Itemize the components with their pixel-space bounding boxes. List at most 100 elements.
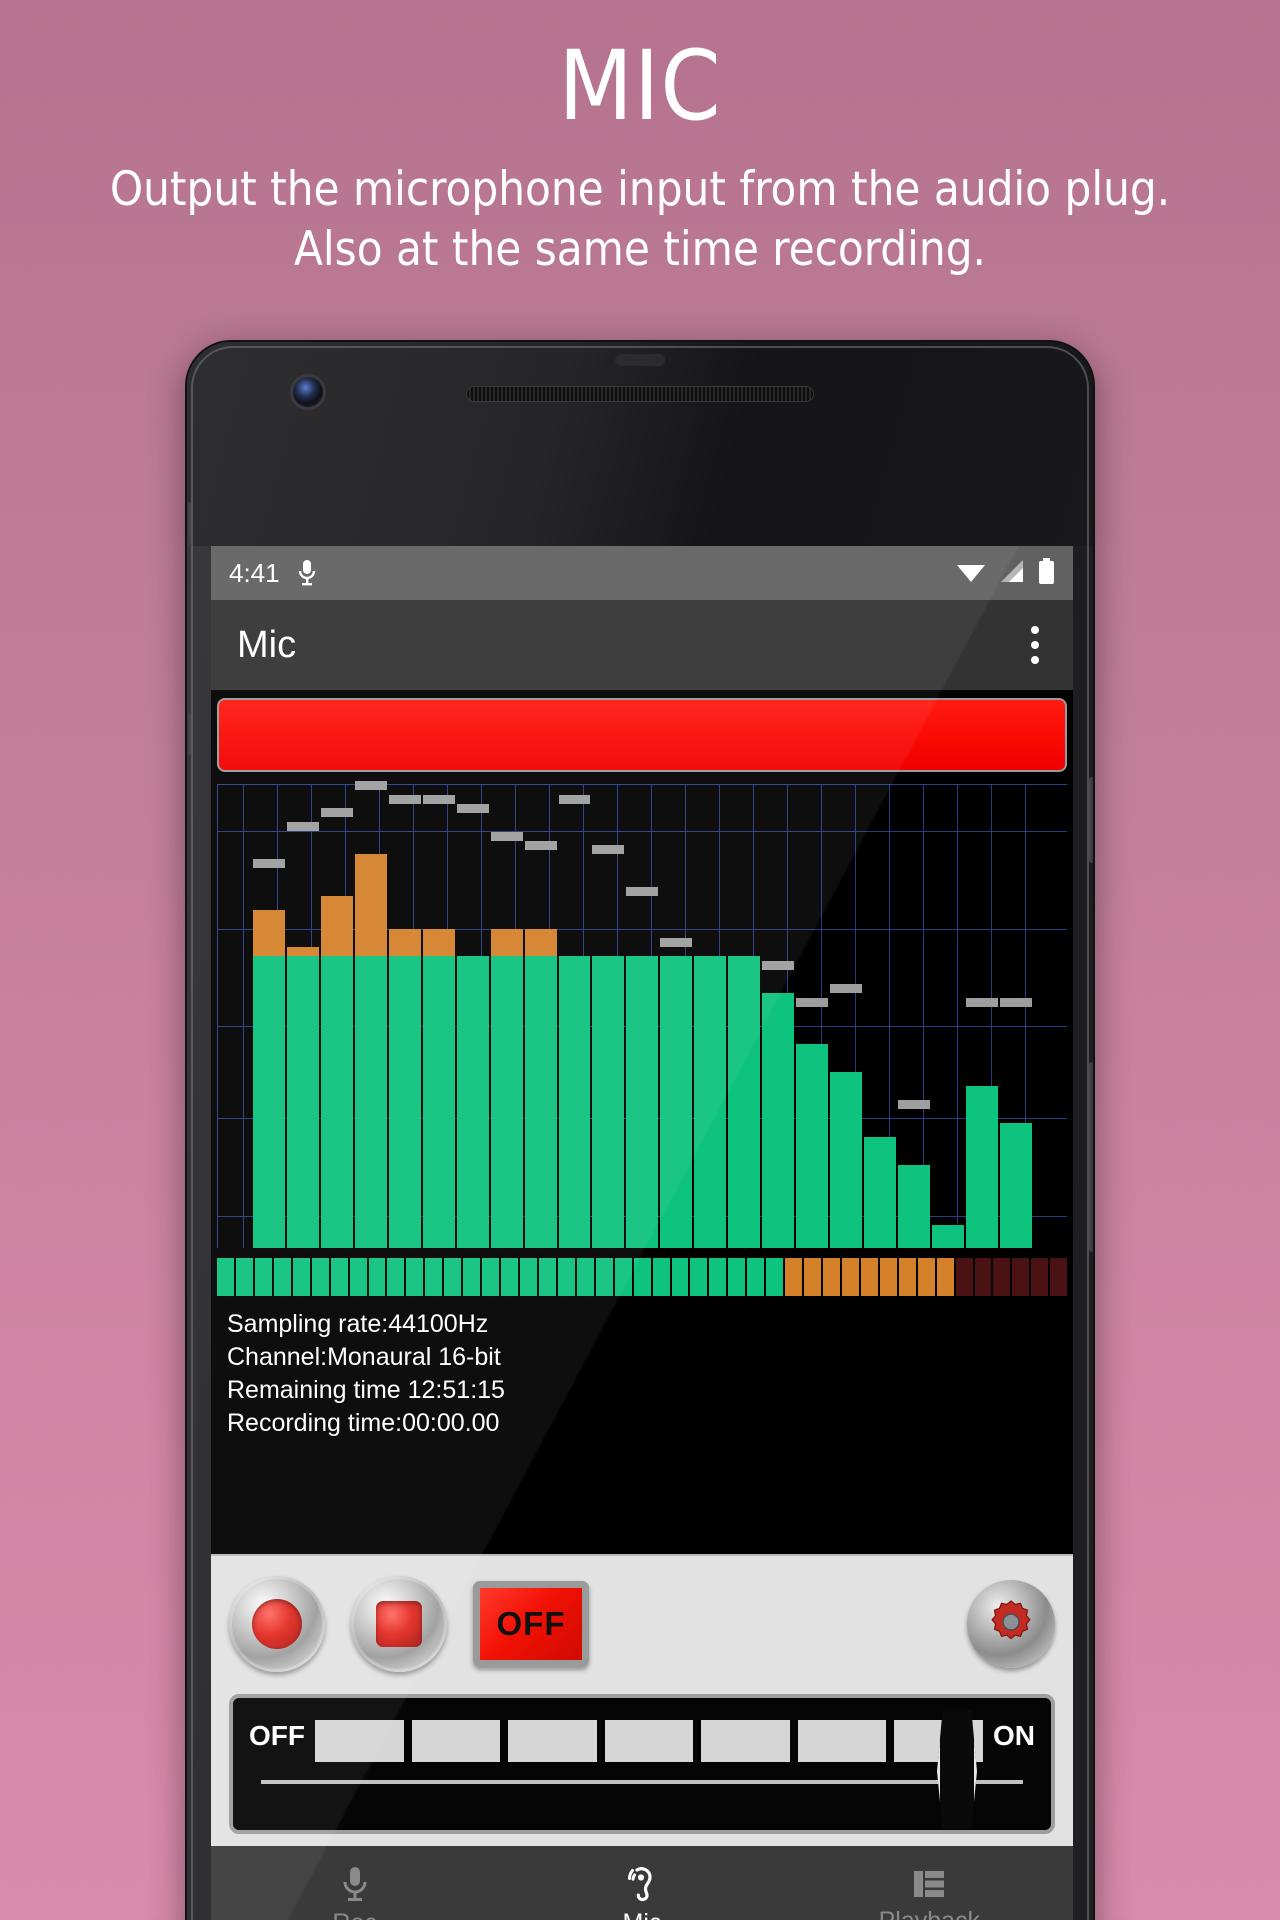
slider-min-label: OFF bbox=[249, 1720, 305, 1751]
slider-track bbox=[261, 1780, 1023, 1784]
status-icons bbox=[956, 558, 1055, 588]
spectrum-peak-marker bbox=[660, 938, 693, 948]
microphone-icon bbox=[296, 559, 318, 587]
level-meter-segment bbox=[1050, 1258, 1068, 1296]
spectrum-bar-green bbox=[898, 1164, 931, 1248]
volume-button[interactable] bbox=[1089, 1062, 1093, 1252]
level-meter-segment bbox=[425, 1258, 443, 1296]
level-meter-segment bbox=[1031, 1258, 1049, 1296]
spectrum-bar bbox=[660, 956, 693, 1248]
tab-rec[interactable]: Rec bbox=[211, 1846, 498, 1920]
slider-thumb[interactable] bbox=[937, 1710, 977, 1828]
spectrum-peak-marker bbox=[252, 859, 285, 869]
spectrum-bar-orange bbox=[388, 928, 421, 957]
cellular-signal-icon bbox=[999, 559, 1025, 587]
level-meter-segment bbox=[841, 1258, 859, 1296]
spectrum-bar bbox=[999, 1123, 1032, 1248]
spectrum-bar-orange bbox=[524, 928, 557, 957]
slider-tick bbox=[604, 1720, 694, 1762]
level-meter-segment bbox=[273, 1258, 291, 1296]
spectrum-bar bbox=[694, 956, 727, 1248]
level-meter-segment bbox=[898, 1258, 916, 1296]
phone-device-mockup: 4:41 Mic Sampling rate:44100Hz Channel:M… bbox=[185, 340, 1095, 1920]
side-accent-bottom bbox=[187, 712, 191, 756]
gear-icon bbox=[986, 1597, 1036, 1651]
spectrum-bar bbox=[286, 947, 319, 1248]
tab-playback-label: Playback bbox=[879, 1907, 980, 1920]
spectrum-peak-marker bbox=[762, 961, 795, 971]
tab-playback[interactable]: Playback bbox=[786, 1846, 1073, 1920]
audio-level-meter bbox=[217, 1258, 1068, 1296]
spectrum-band bbox=[863, 785, 897, 1248]
spectrum-band bbox=[286, 785, 320, 1248]
tab-mic[interactable]: Mic bbox=[498, 1846, 785, 1920]
spectrum-bar-green bbox=[558, 956, 591, 1248]
spectrum-band bbox=[252, 785, 286, 1248]
level-meter-segment bbox=[955, 1258, 973, 1296]
spectrum-bar bbox=[422, 928, 455, 1248]
spectrum-bar-green bbox=[728, 956, 761, 1248]
spectrum-bar bbox=[728, 956, 761, 1248]
spectrum-peak-marker bbox=[524, 840, 557, 850]
kebab-menu-icon[interactable] bbox=[1023, 618, 1047, 672]
level-meter-segment bbox=[444, 1258, 462, 1296]
spectrum-bar-orange bbox=[252, 910, 285, 957]
spectrum-bar bbox=[558, 956, 591, 1248]
status-time: 4:41 bbox=[229, 557, 280, 588]
monitor-toggle-label: OFF bbox=[496, 1605, 566, 1642]
level-meter-segment bbox=[747, 1258, 765, 1296]
spectrum-peak-marker bbox=[490, 831, 523, 841]
spectrum-peak-marker bbox=[592, 845, 625, 855]
spectrum-bar-green bbox=[422, 956, 455, 1248]
spectrum-band bbox=[388, 785, 422, 1248]
spectrum-peak-marker bbox=[422, 794, 455, 804]
spectrum-band bbox=[524, 785, 558, 1248]
monitor-toggle-button[interactable]: OFF bbox=[473, 1581, 589, 1667]
spectrum-bar bbox=[252, 910, 285, 1248]
info-channel: Channel:Monaural 16-bit bbox=[227, 1343, 501, 1371]
level-meter-segment bbox=[292, 1258, 310, 1296]
spectrum-bar-orange bbox=[490, 928, 523, 957]
stop-button[interactable] bbox=[351, 1576, 447, 1672]
level-meter-segment bbox=[557, 1258, 575, 1296]
record-button[interactable] bbox=[229, 1576, 325, 1672]
level-meter-segment bbox=[936, 1258, 954, 1296]
microphone-icon bbox=[340, 1865, 370, 1903]
slider-tick bbox=[797, 1720, 887, 1762]
power-button[interactable] bbox=[1089, 777, 1093, 863]
level-meter-segment bbox=[595, 1258, 613, 1296]
spectrum-band bbox=[659, 785, 693, 1248]
spectrum-bar-green bbox=[830, 1072, 863, 1248]
phone-top-bezel bbox=[187, 342, 1093, 546]
spectrum-bar-green bbox=[626, 956, 659, 1248]
battery-icon bbox=[1038, 558, 1055, 588]
info-recording-time: Recording time:00:00.00 bbox=[227, 1409, 500, 1437]
spectrum-bar-green bbox=[286, 956, 319, 1248]
spectrum-bar bbox=[965, 1085, 998, 1248]
spectrum-peak-marker bbox=[456, 803, 489, 813]
level-meter-segment bbox=[520, 1258, 537, 1296]
control-panel: OFF OFF ON bbox=[211, 1554, 1073, 1846]
level-meter-segment bbox=[993, 1258, 1011, 1296]
volume-slider[interactable]: OFF ON bbox=[229, 1694, 1055, 1834]
earpiece-speaker bbox=[466, 386, 814, 402]
level-meter-segment bbox=[368, 1258, 386, 1296]
spectrum-bar bbox=[898, 1164, 931, 1248]
info-remaining-time: Remaining time 12:51:15 bbox=[227, 1376, 505, 1404]
spectrum-band bbox=[829, 785, 863, 1248]
spectrum-bar-green bbox=[999, 1123, 1032, 1248]
spectrum-bar-green bbox=[490, 956, 523, 1248]
level-meter-segment bbox=[917, 1258, 935, 1296]
level-meter-segment bbox=[1012, 1258, 1030, 1296]
settings-button[interactable] bbox=[967, 1580, 1055, 1668]
level-meter-segment bbox=[614, 1258, 632, 1296]
spectrum-bar-green bbox=[762, 993, 795, 1248]
level-meter-segment bbox=[709, 1258, 727, 1296]
spectrum-bar bbox=[354, 854, 387, 1248]
level-meter-segment bbox=[728, 1258, 746, 1296]
level-meter-segment bbox=[463, 1258, 481, 1296]
level-meter-segment bbox=[311, 1258, 329, 1296]
stop-square-icon bbox=[376, 1601, 422, 1647]
level-meter-segment bbox=[766, 1258, 784, 1296]
spectrum-peak-marker bbox=[796, 998, 829, 1008]
